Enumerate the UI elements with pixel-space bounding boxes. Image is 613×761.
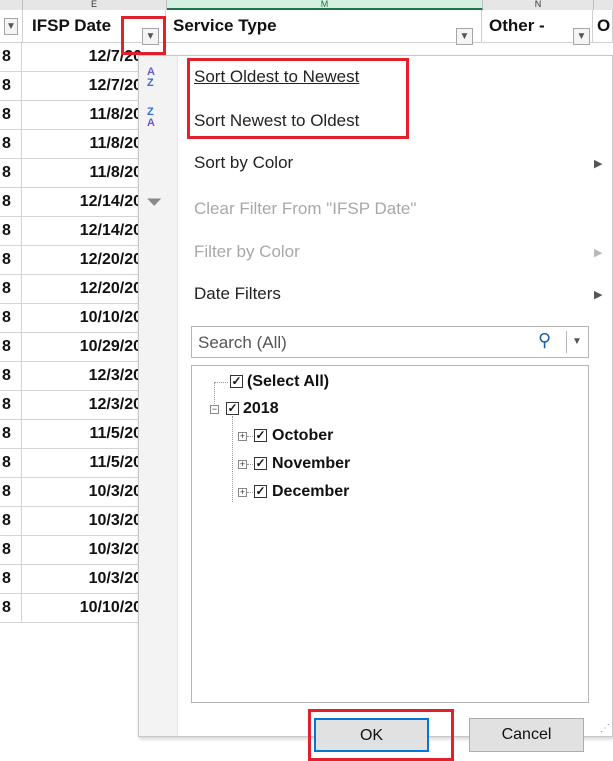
month-october-checkbox[interactable]: ✓ (254, 429, 267, 442)
cell-ifsp-date[interactable]: 12/14/20 (22, 188, 142, 216)
column-letter-n[interactable]: N (483, 0, 594, 10)
autofilter-dropdown: AZ Sort Oldest to Newest ZA Sort Newest … (138, 55, 613, 761)
tree-year-label[interactable]: 2018 (243, 400, 279, 418)
cell-prev-column[interactable]: 8 (0, 536, 22, 564)
menu-sort-by-color[interactable]: Sort by Color (194, 153, 293, 173)
cancel-button[interactable]: Cancel (469, 718, 584, 752)
sort-descending-icon: ZA (147, 106, 155, 129)
other-header-label: Other - (489, 16, 545, 35)
tree-month-label[interactable]: December (272, 483, 349, 501)
column-letter-m[interactable]: M (167, 0, 483, 10)
filter-by-color-chevron-right-icon: ▶ (594, 247, 603, 259)
cell-prev-column[interactable]: 8 (0, 362, 22, 390)
cell-ifsp-date[interactable]: 12/3/20 (22, 391, 142, 419)
cell-prev-column[interactable]: 8 (0, 188, 22, 216)
sort-by-color-chevron-right-icon: ▶ (594, 158, 603, 170)
cell-prev-column[interactable]: 8 (0, 101, 22, 129)
cell-prev-column[interactable]: 8 (0, 217, 22, 245)
month-december-checkbox[interactable]: ✓ (254, 485, 267, 498)
cell-prev-column[interactable]: 8 (0, 130, 22, 158)
header-cell-service-type: Service Type (167, 10, 482, 42)
resize-grip-icon[interactable]: ⋰ (600, 723, 610, 734)
cell-ifsp-date[interactable]: 10/3/20 (22, 565, 142, 593)
month-november-checkbox[interactable]: ✓ (254, 457, 267, 470)
filter-search-input[interactable] (192, 327, 540, 359)
cell-ifsp-date[interactable]: 11/5/20 (22, 420, 143, 448)
year-2018-checkbox[interactable]: ✓ (226, 402, 239, 415)
tree-line (214, 382, 228, 383)
cell-ifsp-date[interactable]: 12/7/20 (22, 43, 142, 71)
filter-dropdown-prev[interactable]: ▼ (4, 18, 18, 35)
cell-prev-column[interactable]: 8 (0, 72, 22, 100)
cell-ifsp-date[interactable]: 10/10/20 (22, 594, 142, 622)
year-collapse-minus-icon[interactable]: − (210, 405, 219, 414)
cell-prev-column[interactable]: 8 (0, 420, 22, 448)
cell-ifsp-date[interactable]: 10/3/20 (22, 507, 142, 535)
magnifier-search-icon[interactable]: ⚲ (538, 330, 551, 351)
ifsp-date-header-label: IFSP Date (32, 16, 112, 35)
header-cell-prev: ▼ (0, 10, 23, 42)
sort-ascending-icon: AZ (147, 66, 155, 89)
month-expand-plus-icon[interactable]: + (238, 432, 247, 441)
cell-prev-column[interactable]: 8 (0, 507, 22, 535)
service-type-header-label: Service Type (173, 16, 277, 35)
cell-prev-column[interactable]: 8 (0, 275, 22, 303)
column-letter-e[interactable]: E (22, 0, 167, 10)
clear-filter-funnel-icon: ⏷ (147, 192, 162, 212)
cell-prev-column[interactable]: 8 (0, 333, 22, 361)
ok-button[interactable]: OK (314, 718, 429, 752)
cell-ifsp-date[interactable]: 12/7/20 (22, 72, 142, 100)
menu-sort-newest-to-oldest[interactable]: Sort Newest to Oldest (194, 111, 359, 131)
menu-date-filters[interactable]: Date Filters (194, 284, 281, 304)
select-all-checkbox[interactable]: ✓ (230, 375, 243, 388)
column-letter-d[interactable] (0, 0, 23, 10)
menu-sort-oldest-to-newest[interactable]: Sort Oldest to Newest (194, 67, 359, 87)
cell-prev-column[interactable]: 8 (0, 246, 22, 274)
tree-line (232, 416, 233, 502)
cell-prev-column[interactable]: 8 (0, 304, 22, 332)
cell-ifsp-date[interactable]: 12/3/20 (22, 362, 142, 390)
cell-ifsp-date[interactable]: 11/5/20 (22, 449, 143, 477)
cell-ifsp-date[interactable]: 12/20/20 (22, 275, 142, 303)
menu-icon-gutter (139, 56, 178, 736)
filter-search-box: ⚲ ▼ (191, 326, 589, 359)
cell-prev-column[interactable]: 8 (0, 159, 22, 187)
o-header-label: O (597, 16, 611, 35)
menu-clear-filter[interactable]: Clear Filter From "IFSP Date" (194, 199, 416, 219)
date-filters-chevron-right-icon: ▶ (594, 289, 603, 301)
tree-line (247, 492, 253, 493)
tree-month-label[interactable]: October (272, 427, 333, 445)
tree-month-label[interactable]: November (272, 455, 350, 473)
menu-filter-by-color[interactable]: Filter by Color (194, 242, 300, 262)
cell-prev-column[interactable]: 8 (0, 478, 22, 506)
cell-ifsp-date[interactable]: 10/29/20 (22, 333, 142, 361)
column-letter-o[interactable] (594, 0, 613, 10)
cell-ifsp-date[interactable]: 12/14/20 (22, 217, 142, 245)
cell-ifsp-date[interactable]: 10/10/20 (22, 304, 142, 332)
cell-prev-column[interactable]: 8 (0, 565, 22, 593)
cell-ifsp-date[interactable]: 11/8/20 (22, 159, 143, 187)
cell-ifsp-date[interactable]: 12/20/20 (22, 246, 142, 274)
month-expand-plus-icon[interactable]: + (238, 460, 247, 469)
filter-value-tree: ✓ (Select All) − ✓ 2018 + ✓ October + ✓ … (191, 365, 589, 703)
month-expand-plus-icon[interactable]: + (238, 488, 247, 497)
cell-ifsp-date[interactable]: 10/3/20 (22, 536, 142, 564)
header-cell-o: O (594, 10, 613, 42)
cell-prev-column[interactable]: 8 (0, 449, 22, 477)
table-header-row: ▼ IFSP Date ▼ Service Type ▼ Other - ▼ O (0, 10, 613, 45)
tree-line (247, 436, 253, 437)
search-dropdown-chevron-down-icon[interactable]: ▼ (566, 331, 587, 353)
cell-prev-column[interactable]: 8 (0, 43, 22, 71)
cell-ifsp-date[interactable]: 10/3/20 (22, 478, 142, 506)
cell-ifsp-date[interactable]: 11/8/20 (22, 101, 143, 129)
cell-prev-column[interactable]: 8 (0, 391, 22, 419)
tree-line (214, 382, 215, 406)
tree-line (247, 464, 253, 465)
cell-prev-column[interactable]: 8 (0, 594, 22, 622)
cell-ifsp-date[interactable]: 11/8/20 (22, 130, 143, 158)
tree-select-all-label[interactable]: (Select All) (247, 373, 329, 391)
